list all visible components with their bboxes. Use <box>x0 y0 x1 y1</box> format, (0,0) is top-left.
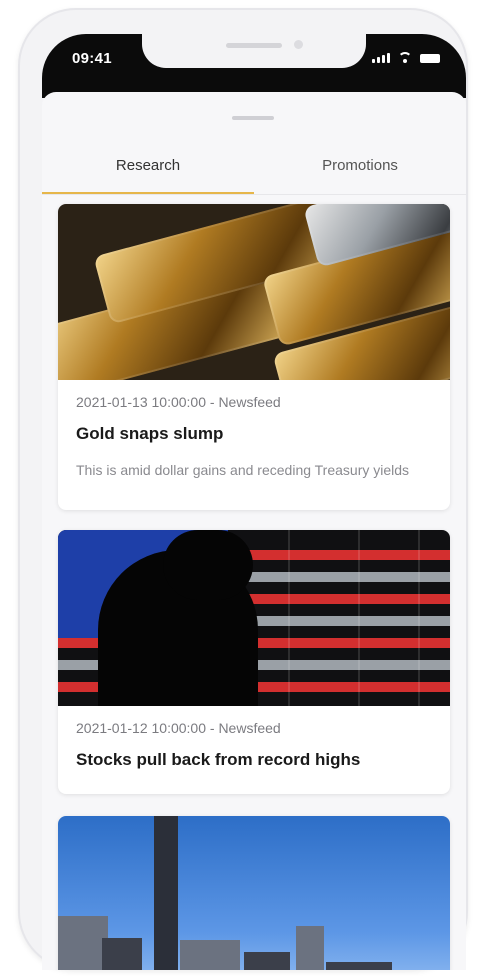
gold-bars-image <box>58 204 450 380</box>
battery-icon <box>420 54 440 63</box>
tab-promotions-label: Promotions <box>322 157 398 174</box>
speaker <box>226 43 282 48</box>
news-card[interactable]: 2021-01-12 10:00:00 - Newsfeed Stocks pu… <box>58 530 450 794</box>
article-meta: 2021-01-13 10:00:00 - Newsfeed <box>76 394 281 410</box>
article-meta: 2021-01-12 10:00:00 - Newsfeed <box>76 720 281 736</box>
status-time: 09:41 <box>72 50 112 67</box>
front-camera <box>294 40 303 49</box>
news-card[interactable]: 2021-01-13 10:00:00 - Newsfeed Gold snap… <box>58 204 450 510</box>
tab-bar: Research Promotions <box>42 154 466 195</box>
status-bar: 09:41 <box>42 34 466 98</box>
wifi-icon <box>398 52 412 63</box>
tab-promotions[interactable]: Promotions <box>254 154 466 194</box>
article-title[interactable]: Stocks pull back from record highs <box>76 750 360 770</box>
news-card[interactable] <box>58 816 450 970</box>
article-title[interactable]: Gold snaps slump <box>76 424 223 444</box>
american-flag-image <box>58 530 450 706</box>
cellular-signal-icon <box>372 53 390 63</box>
article-summary: This is amid dollar gains and receding T… <box>76 462 410 478</box>
city-skyline-image <box>58 816 450 970</box>
status-icons <box>372 52 440 63</box>
notch <box>142 34 366 68</box>
tab-research[interactable]: Research <box>42 154 254 194</box>
app-screen: 09:41 Research Promotions 2021-01-13 10:… <box>42 34 466 970</box>
bottom-sheet: Research Promotions 2021-01-13 10:00:00 … <box>42 92 466 970</box>
tab-research-label: Research <box>115 157 181 174</box>
active-tab-indicator <box>42 192 254 194</box>
drag-handle[interactable] <box>232 116 274 120</box>
